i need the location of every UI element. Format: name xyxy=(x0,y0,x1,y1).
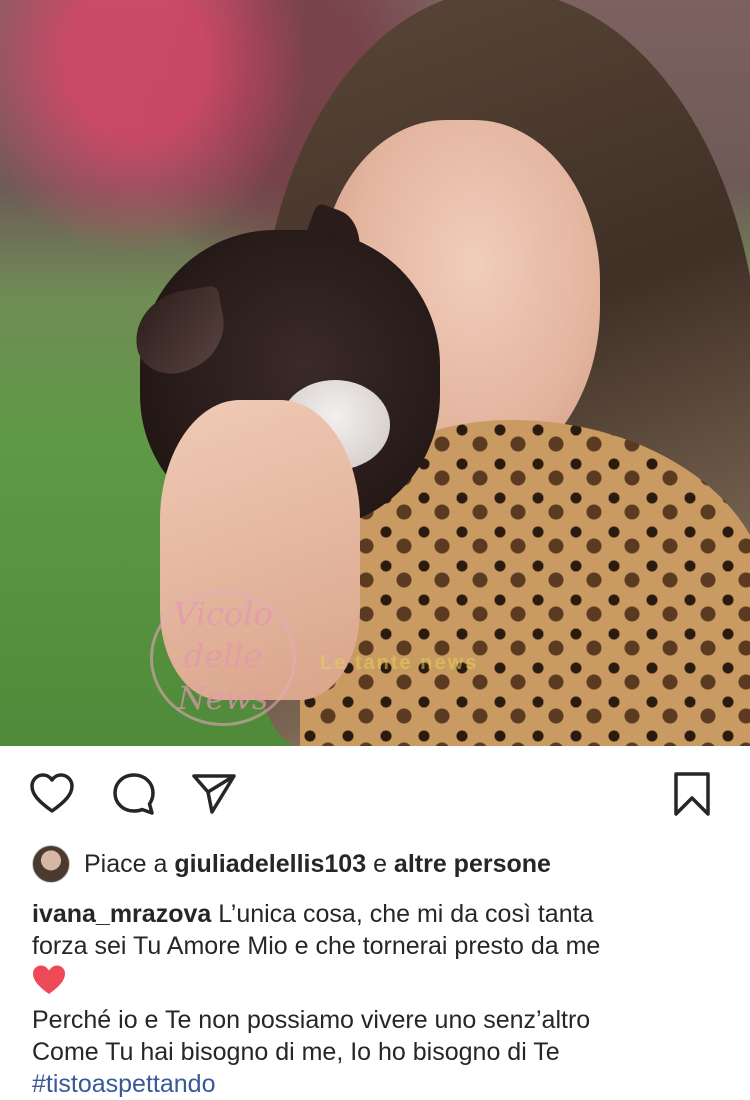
likes-connector: e xyxy=(373,849,387,878)
comment-bubble-icon[interactable] xyxy=(110,770,158,818)
avatar[interactable] xyxy=(32,845,70,883)
watermark-text: Le tante news xyxy=(320,652,479,674)
caption-text: forza sei Tu Amore Mio e che tornerai pr… xyxy=(32,932,601,960)
others-link[interactable]: altre persone xyxy=(394,850,551,879)
red-heart-emoji-icon xyxy=(32,964,66,996)
paper-plane-icon[interactable] xyxy=(190,770,238,818)
hashtag-link[interactable]: #tistoaspettando xyxy=(32,1068,722,1100)
liked-by-user-link[interactable]: giuliadelellis103 xyxy=(174,850,366,879)
caption-text: L’unica cosa, che mi da così tanta xyxy=(218,900,594,928)
heart-outline-icon[interactable] xyxy=(28,770,76,818)
caption: ivana_mrazova L’unica cosa, che mi da co… xyxy=(32,898,722,1100)
likes-row[interactable]: Piace a giuliadelellis103 e altre person… xyxy=(32,844,551,884)
post-photo[interactable]: Vicolo delle News Le tante news xyxy=(0,0,750,746)
caption-username[interactable]: ivana_mrazova xyxy=(32,900,211,928)
bookmark-icon[interactable] xyxy=(668,770,716,818)
action-bar xyxy=(0,746,750,842)
watermark-logo: Vicolo delle News xyxy=(150,590,296,726)
caption-text: Come Tu hai bisogno di me, Io ho bisogno… xyxy=(32,1038,560,1066)
caption-text: Perché io e Te non possiamo vivere uno s… xyxy=(32,1006,591,1034)
likes-prefix: Piace a xyxy=(84,849,168,878)
